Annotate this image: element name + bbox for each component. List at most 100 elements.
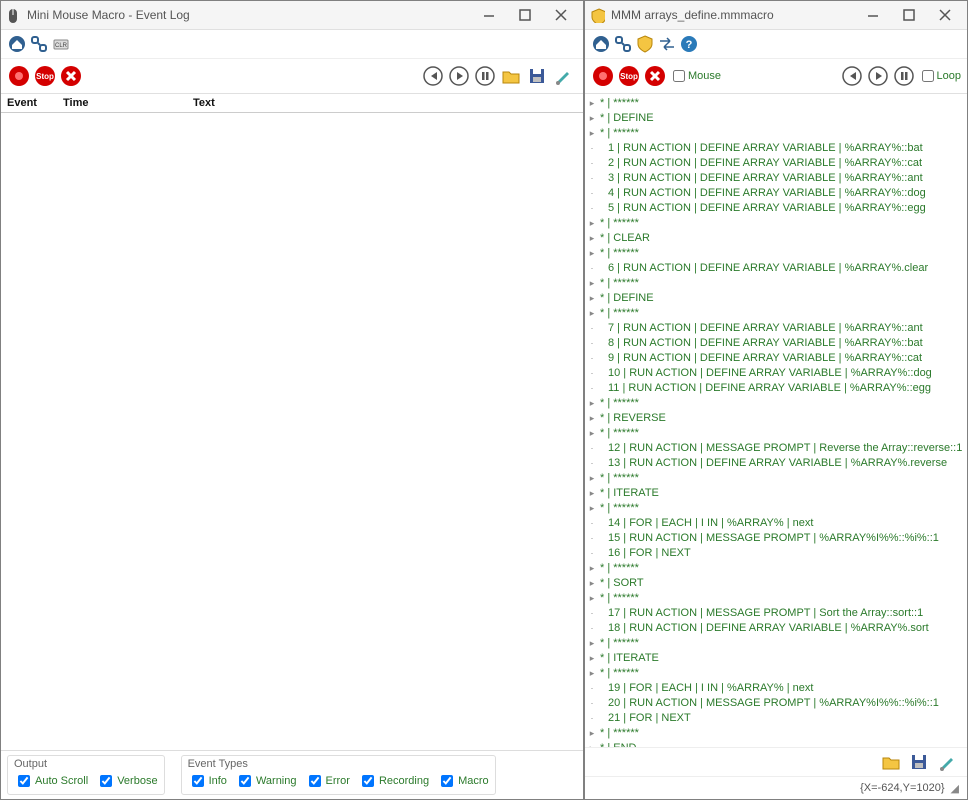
expander-icon[interactable]: ▸ bbox=[586, 231, 598, 246]
macro-row[interactable]: ▸* | ****** bbox=[586, 306, 966, 321]
macro-row[interactable]: ·21 | FOR | NEXT bbox=[586, 711, 966, 726]
recording-checkbox[interactable]: Recording bbox=[358, 772, 429, 790]
close-button[interactable] bbox=[543, 3, 579, 27]
macro-row[interactable]: ▸* | CLEAR bbox=[586, 231, 966, 246]
expander-icon[interactable]: ▸ bbox=[586, 276, 598, 291]
expander-icon[interactable]: ▸ bbox=[586, 396, 598, 411]
expander-icon[interactable]: ▸ bbox=[586, 126, 598, 141]
expander-icon[interactable]: ▸ bbox=[586, 306, 598, 321]
clean-button[interactable] bbox=[551, 64, 575, 88]
warning-checkbox[interactable]: Warning bbox=[235, 772, 297, 790]
macro-row[interactable]: ·16 | FOR | NEXT bbox=[586, 546, 966, 561]
save-button[interactable] bbox=[525, 64, 549, 88]
pause-button[interactable] bbox=[892, 64, 916, 88]
resize-grip-icon[interactable]: ◢ bbox=[951, 782, 959, 795]
record-button[interactable] bbox=[7, 64, 31, 88]
record-button[interactable] bbox=[591, 64, 615, 88]
autoscroll-checkbox[interactable]: Auto Scroll bbox=[14, 772, 88, 790]
macro-row[interactable]: ▸* | ****** bbox=[586, 501, 966, 516]
minimize-button[interactable] bbox=[471, 3, 507, 27]
expander-icon[interactable]: ▸ bbox=[586, 471, 598, 486]
macro-row[interactable]: ▸* | ****** bbox=[586, 666, 966, 681]
minimize-button[interactable] bbox=[855, 3, 891, 27]
macro-row[interactable]: ▸* | ****** bbox=[586, 126, 966, 141]
col-time[interactable]: Time bbox=[63, 97, 193, 109]
macro-row[interactable]: ·5 | RUN ACTION | DEFINE ARRAY VARIABLE … bbox=[586, 201, 966, 216]
clear-icon[interactable] bbox=[51, 34, 71, 54]
macro-row[interactable]: ·20 | RUN ACTION | MESSAGE PROMPT | %ARR… bbox=[586, 696, 966, 711]
save-button[interactable] bbox=[907, 750, 931, 774]
maximize-button[interactable] bbox=[891, 3, 927, 27]
eventlog-body[interactable] bbox=[1, 113, 583, 750]
macro-row[interactable]: ▸* | ****** bbox=[586, 726, 966, 741]
maximize-button[interactable] bbox=[507, 3, 543, 27]
expander-icon[interactable]: ▸ bbox=[586, 486, 598, 501]
macro-row[interactable]: ·14 | FOR | EACH | I IN | %ARRAY% | next bbox=[586, 516, 966, 531]
macro-row[interactable]: ▸* | REVERSE bbox=[586, 411, 966, 426]
mouse-checkbox[interactable]: Mouse bbox=[673, 70, 721, 82]
macro-row[interactable]: ·9 | RUN ACTION | DEFINE ARRAY VARIABLE … bbox=[586, 351, 966, 366]
col-event[interactable]: Event bbox=[7, 97, 63, 109]
expander-icon[interactable]: ▸ bbox=[586, 96, 598, 111]
open-button[interactable] bbox=[879, 750, 903, 774]
expander-icon[interactable]: ▸ bbox=[586, 246, 598, 261]
titlebar[interactable]: Mini Mouse Macro - Event Log bbox=[1, 1, 583, 30]
expander-icon[interactable]: ▸ bbox=[586, 636, 598, 651]
skipback-button[interactable] bbox=[421, 64, 445, 88]
macro-row[interactable]: ▸* | ****** bbox=[586, 636, 966, 651]
macro-row[interactable]: ·15 | RUN ACTION | MESSAGE PROMPT | %ARR… bbox=[586, 531, 966, 546]
expander-icon[interactable]: ▸ bbox=[586, 651, 598, 666]
play-button[interactable] bbox=[866, 64, 890, 88]
expander-icon[interactable]: ▸ bbox=[586, 501, 598, 516]
expander-icon[interactable]: ▸ bbox=[586, 111, 598, 126]
stop-button[interactable] bbox=[33, 64, 57, 88]
expander-icon[interactable]: ▸ bbox=[586, 726, 598, 741]
link-icon[interactable] bbox=[613, 34, 633, 54]
col-text[interactable]: Text bbox=[193, 97, 577, 109]
macro-row[interactable]: ·8 | RUN ACTION | DEFINE ARRAY VARIABLE … bbox=[586, 336, 966, 351]
macro-row[interactable]: ▸* | ****** bbox=[586, 426, 966, 441]
expander-icon[interactable]: ▸ bbox=[586, 561, 598, 576]
macro-row[interactable]: ·3 | RUN ACTION | DEFINE ARRAY VARIABLE … bbox=[586, 171, 966, 186]
close-button[interactable] bbox=[927, 3, 963, 27]
macro-row[interactable]: ▸* | ****** bbox=[586, 561, 966, 576]
macro-row[interactable]: ▸* | ITERATE bbox=[586, 486, 966, 501]
home-icon[interactable] bbox=[7, 34, 27, 54]
help-icon[interactable] bbox=[679, 34, 699, 54]
macro-row[interactable]: ·18 | RUN ACTION | DEFINE ARRAY VARIABLE… bbox=[586, 621, 966, 636]
pause-button[interactable] bbox=[473, 64, 497, 88]
expander-icon[interactable]: ▸ bbox=[586, 411, 598, 426]
stop-button[interactable] bbox=[617, 64, 641, 88]
macro-row[interactable]: ·10 | RUN ACTION | DEFINE ARRAY VARIABLE… bbox=[586, 366, 966, 381]
macro-row[interactable]: ▸* | ****** bbox=[586, 216, 966, 231]
macro-row[interactable]: ·13 | RUN ACTION | DEFINE ARRAY VARIABLE… bbox=[586, 456, 966, 471]
verbose-checkbox[interactable]: Verbose bbox=[96, 772, 157, 790]
macro-row[interactable]: ▸* | SORT bbox=[586, 576, 966, 591]
macro-checkbox[interactable]: Macro bbox=[437, 772, 489, 790]
macro-row[interactable]: ▸* | ****** bbox=[586, 591, 966, 606]
expander-icon[interactable]: ▸ bbox=[586, 591, 598, 606]
macro-row[interactable]: ·2 | RUN ACTION | DEFINE ARRAY VARIABLE … bbox=[586, 156, 966, 171]
macro-row[interactable]: ▸* | ****** bbox=[586, 276, 966, 291]
expander-icon[interactable]: ▸ bbox=[586, 216, 598, 231]
macro-row[interactable]: ·12 | RUN ACTION | MESSAGE PROMPT | Reve… bbox=[586, 441, 966, 456]
macro-row[interactable]: ▸* | ****** bbox=[586, 96, 966, 111]
macro-row[interactable]: ·1 | RUN ACTION | DEFINE ARRAY VARIABLE … bbox=[586, 141, 966, 156]
delete-button[interactable] bbox=[643, 64, 667, 88]
link-icon[interactable] bbox=[29, 34, 49, 54]
macro-row[interactable]: ·4 | RUN ACTION | DEFINE ARRAY VARIABLE … bbox=[586, 186, 966, 201]
clean-button[interactable] bbox=[935, 750, 959, 774]
titlebar[interactable]: MMM arrays_define.mmmacro bbox=[585, 1, 967, 30]
macro-row[interactable]: ▸* | ****** bbox=[586, 396, 966, 411]
macro-row[interactable]: ·19 | FOR | EACH | I IN | %ARRAY% | next bbox=[586, 681, 966, 696]
macro-row[interactable]: ·6 | RUN ACTION | DEFINE ARRAY VARIABLE … bbox=[586, 261, 966, 276]
skipback-button[interactable] bbox=[840, 64, 864, 88]
macro-list[interactable]: ▸* | ******▸* | DEFINE▸* | ******·1 | RU… bbox=[585, 94, 967, 747]
macro-row[interactable]: ▸* | ITERATE bbox=[586, 651, 966, 666]
delete-button[interactable] bbox=[59, 64, 83, 88]
expander-icon[interactable]: ▸ bbox=[586, 291, 598, 306]
expander-icon[interactable]: ▸ bbox=[586, 426, 598, 441]
macro-row[interactable]: ·17 | RUN ACTION | MESSAGE PROMPT | Sort… bbox=[586, 606, 966, 621]
shield-icon[interactable] bbox=[635, 34, 655, 54]
expander-icon[interactable]: ▸ bbox=[586, 576, 598, 591]
